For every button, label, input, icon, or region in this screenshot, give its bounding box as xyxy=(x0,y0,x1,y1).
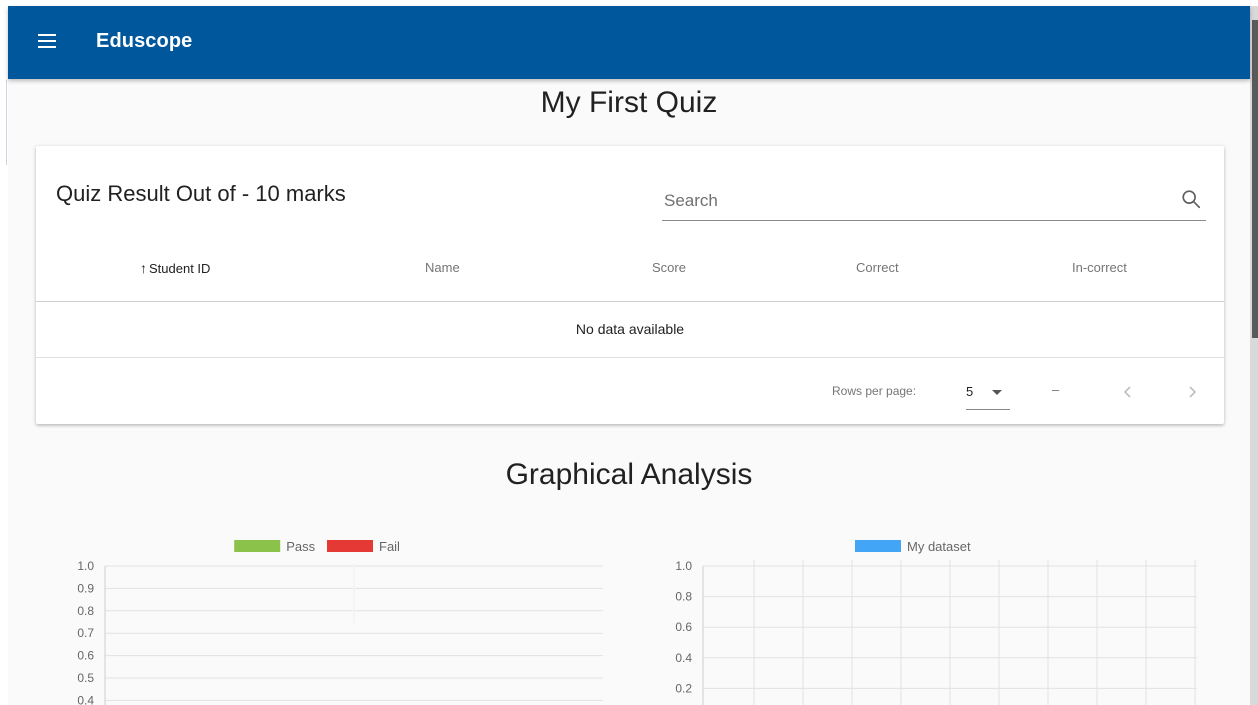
chevron-left-icon[interactable] xyxy=(1112,377,1142,407)
empty-table-message: No data available xyxy=(575,321,685,337)
header-divider xyxy=(36,301,1224,302)
rows-per-page-select[interactable]: 5 xyxy=(966,376,1010,410)
column-header-correct[interactable]: Correct xyxy=(856,260,899,275)
search-input[interactable] xyxy=(662,186,1166,216)
column-header-student-id[interactable]: ↑ Student ID xyxy=(140,260,210,276)
legend-label: Pass xyxy=(286,539,315,554)
scrollbar-thumb[interactable] xyxy=(1252,20,1258,338)
y-tick-label: 0.8 xyxy=(77,604,94,618)
y-tick-label: 0.4 xyxy=(675,651,692,665)
pass-fail-chart: Pass Fail 1.0 0.9 0.8 0.7 0.6 0.5 0.4 xyxy=(77,539,603,705)
y-tick-label: 0.7 xyxy=(77,626,94,640)
app-title: Eduscope xyxy=(96,30,193,52)
quiz-result-card: Quiz Result Out of - 10 marks ↑Student I… xyxy=(36,146,1224,424)
footer-divider xyxy=(36,357,1224,358)
y-tick-label: 1.0 xyxy=(675,559,692,573)
column-header-incorrect[interactable]: In-correct xyxy=(1072,260,1127,275)
y-tick-label: 0.8 xyxy=(675,590,692,604)
legend-swatch-my-dataset xyxy=(855,540,901,552)
legend-label: Fail xyxy=(379,539,400,554)
column-header-name[interactable]: Name xyxy=(425,260,460,275)
column-header-label: Student ID xyxy=(149,261,211,276)
legend-swatch-pass xyxy=(234,540,281,552)
y-tick-label: 0.9 xyxy=(77,581,94,595)
card-title: Quiz Result Out of - 10 marks xyxy=(56,181,346,206)
search-field xyxy=(662,182,1206,221)
dropdown-caret-icon xyxy=(992,390,1002,395)
legend-swatch-fail xyxy=(327,540,373,552)
rows-per-page-label: Rows per page: xyxy=(832,384,917,398)
page-range-info: – xyxy=(1052,382,1060,397)
menu-icon[interactable] xyxy=(36,32,60,52)
sort-arrow-up-icon: ↑ xyxy=(140,260,147,276)
my-dataset-chart: My dataset 1.0 0.8 0.6 0.4 0.2 xyxy=(675,539,1197,705)
y-tick-label: 0.6 xyxy=(675,620,692,634)
column-header-score[interactable]: Score xyxy=(652,260,686,275)
section-title: Graphical Analysis xyxy=(505,458,753,491)
y-tick-label: 0.6 xyxy=(77,649,94,663)
legend-label: My dataset xyxy=(907,539,971,554)
y-tick-label: 0.2 xyxy=(675,681,692,695)
y-tick-label: 0.5 xyxy=(77,671,94,685)
y-tick-label: 1.0 xyxy=(77,559,94,573)
app-bar: Eduscope xyxy=(8,6,1250,79)
page-title: My First Quiz xyxy=(540,86,718,119)
y-tick-label: 0.4 xyxy=(77,693,94,705)
chevron-right-icon[interactable] xyxy=(1178,377,1208,407)
rows-per-page-value: 5 xyxy=(966,384,974,399)
search-icon[interactable] xyxy=(1180,188,1202,210)
